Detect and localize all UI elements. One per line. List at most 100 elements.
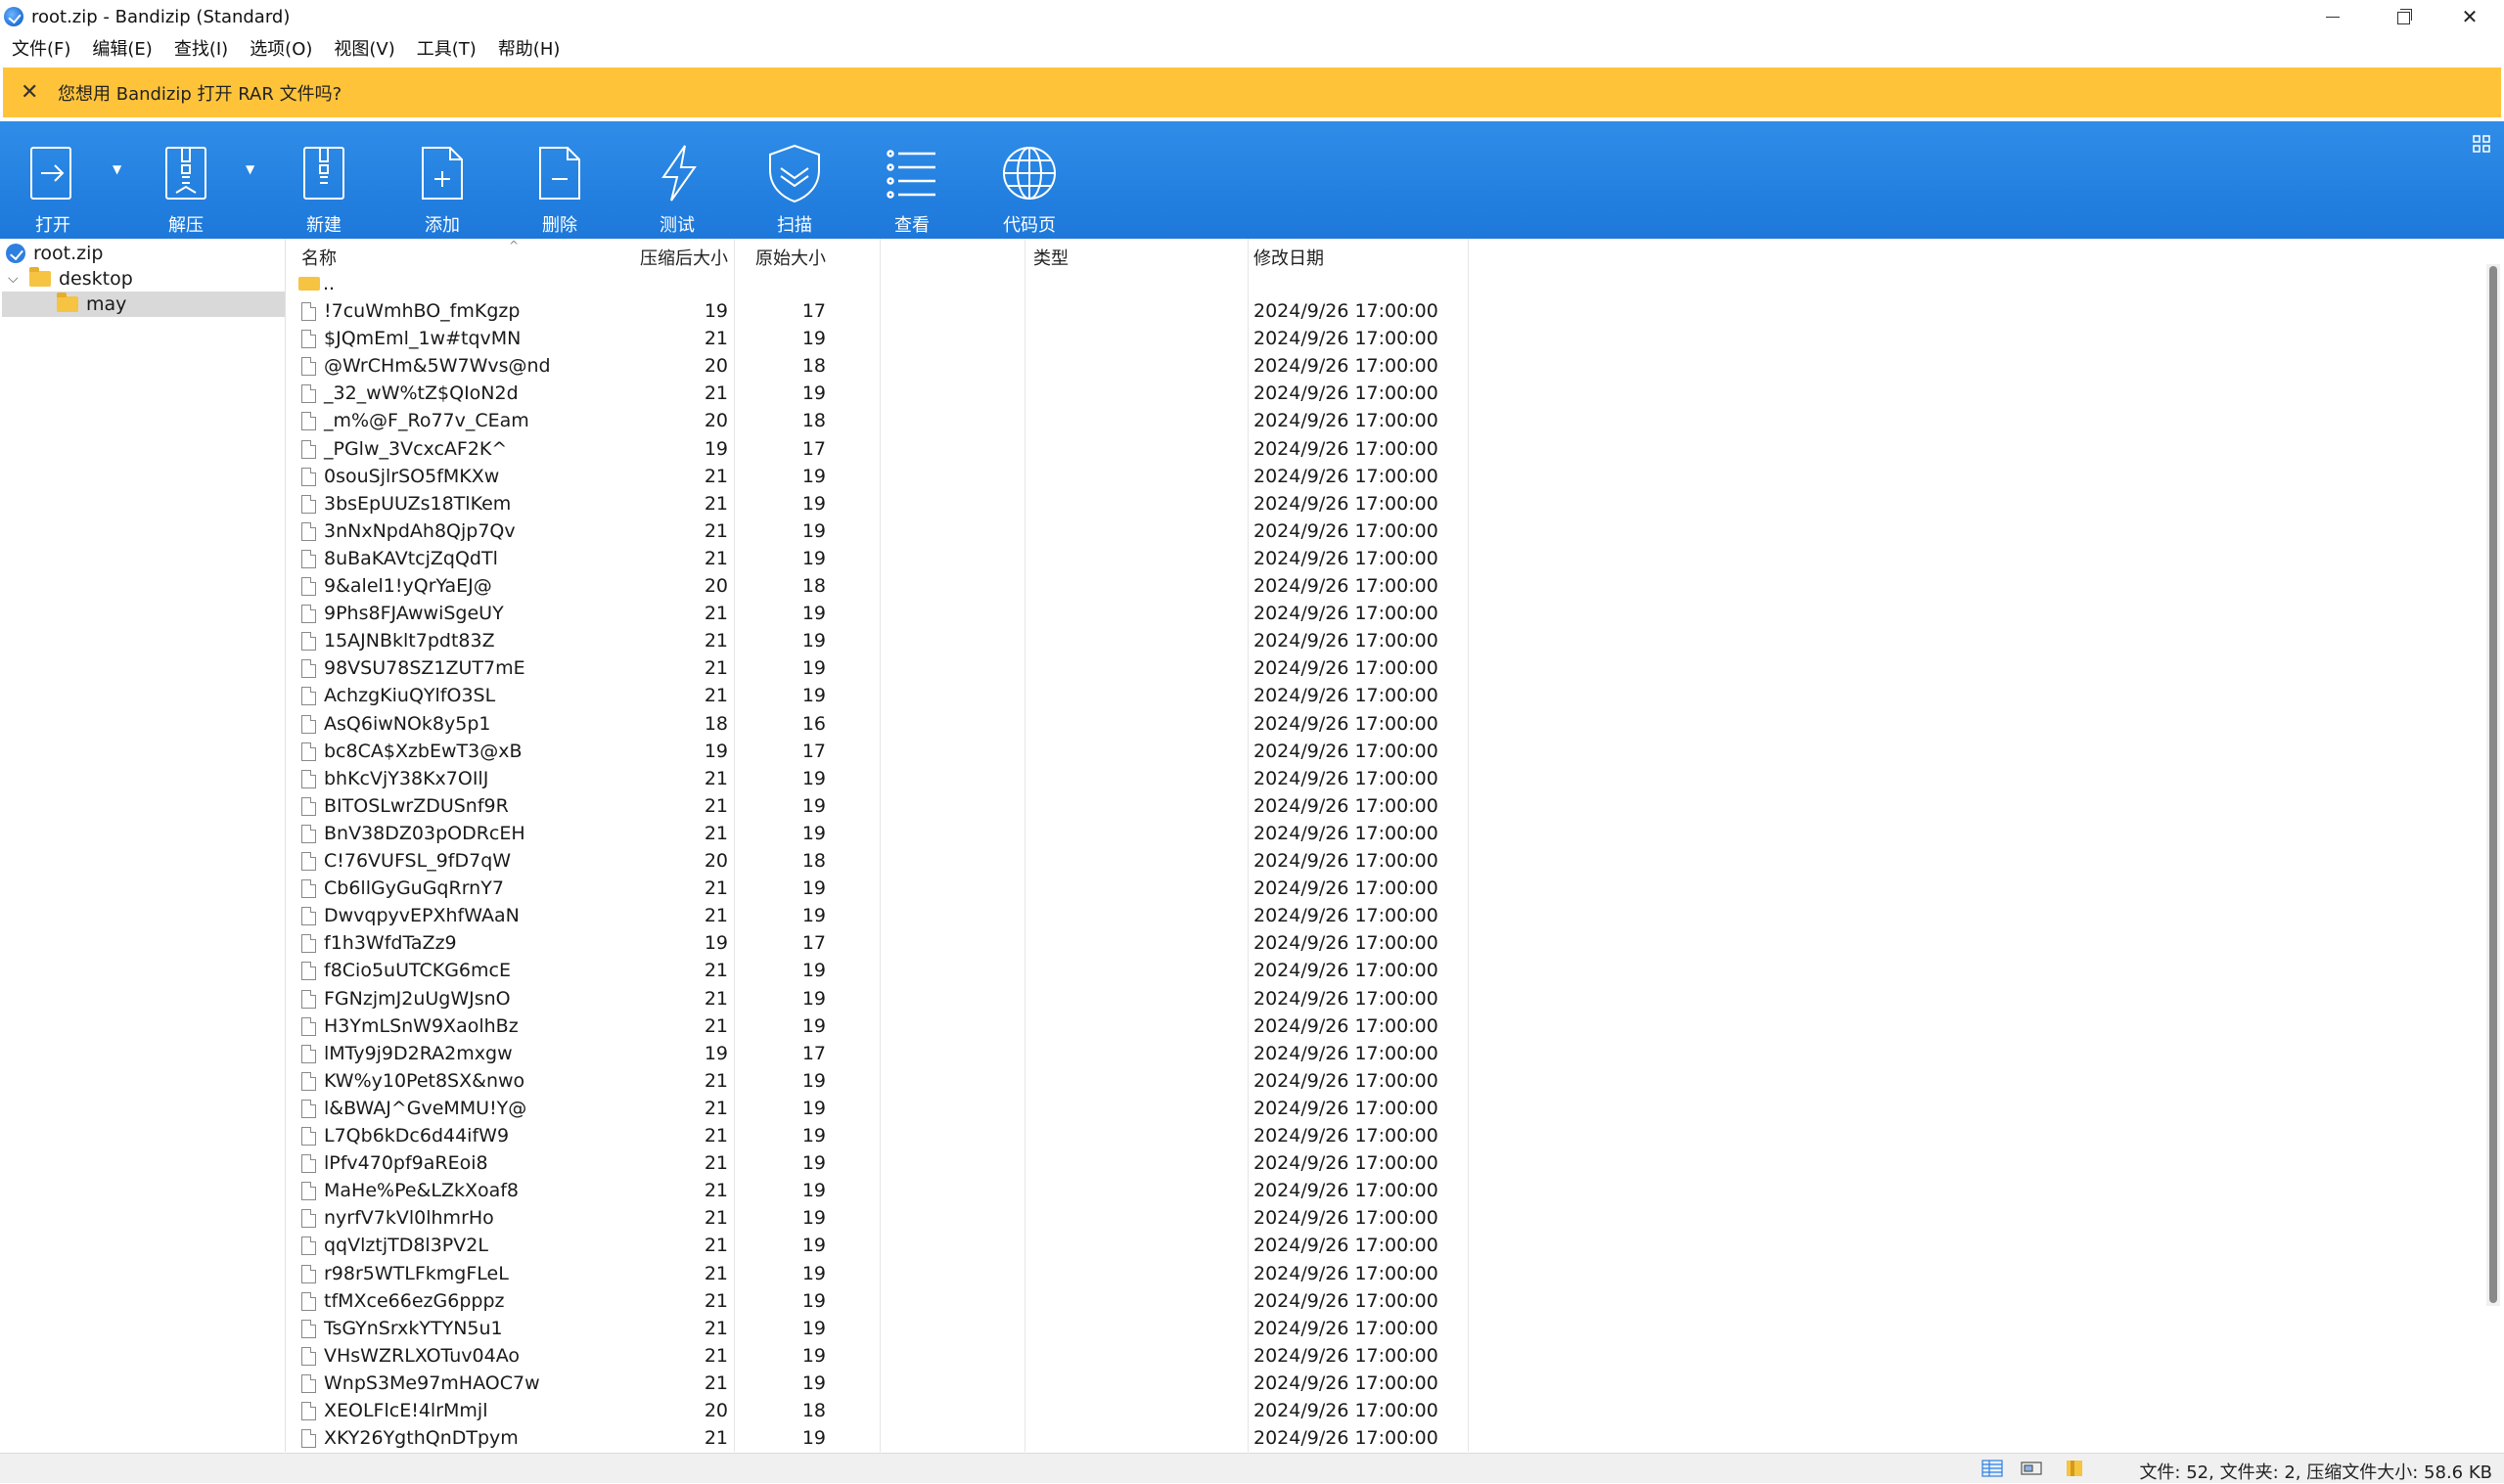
tree-item-desktop[interactable]: ⌵ desktop xyxy=(0,266,285,292)
file-row[interactable]: $JQmEml_1w#tqvMN 21 19 2024/9/26 17:00:00 xyxy=(292,325,1468,352)
file-original-size: 17 xyxy=(801,300,826,322)
file-row[interactable]: DwvqpyvEPXhfWAaN 21 19 2024/9/26 17:00:00 xyxy=(292,902,1468,929)
menu-find[interactable]: 查找(I) xyxy=(162,35,238,61)
notification-close-icon[interactable]: ✕ xyxy=(21,80,40,105)
file-row[interactable]: XKY26YgthQnDTpym 21 19 2024/9/26 17:00:00 xyxy=(292,1424,1468,1452)
status-bar: 文件: 52, 文件夹: 2, 压缩文件大小: 58.6 KB xyxy=(0,1453,2504,1483)
file-original-size: 19 xyxy=(801,657,826,680)
codepage-button[interactable]: 代码页 xyxy=(985,139,1073,237)
file-row[interactable]: qqVlztjTD8l3PV2L 21 19 2024/9/26 17:00:00 xyxy=(292,1232,1468,1259)
file-original-size: 19 xyxy=(801,960,826,982)
file-row[interactable]: MaHe%Pe&LZkXoaf8 21 19 2024/9/26 17:00:00 xyxy=(292,1177,1468,1204)
menu-file[interactable]: 文件(F) xyxy=(0,35,80,61)
minimize-button[interactable] xyxy=(2299,0,2367,33)
file-row[interactable]: AsQ6iwNOk8y5p1 18 16 2024/9/26 17:00:00 xyxy=(292,710,1468,738)
file-row[interactable]: VHsWZRLXOTuv04Ao 21 19 2024/9/26 17:00:00 xyxy=(292,1342,1468,1370)
file-name: AsQ6iwNOk8y5p1 xyxy=(324,712,491,735)
file-modified-date: 2024/9/26 17:00:00 xyxy=(1253,960,1438,982)
tree-item-may[interactable]: may xyxy=(2,292,285,317)
file-row[interactable]: 9&alel1!yQrYaEJ@ 20 18 2024/9/26 17:00:00 xyxy=(292,572,1468,600)
file-row[interactable]: @WrCHm&5W7Wvs@nd 20 18 2024/9/26 17:00:00 xyxy=(292,352,1468,380)
file-row[interactable]: 3nNxNpdAh8Qjp7Qv 21 19 2024/9/26 17:00:00 xyxy=(292,517,1468,545)
thumbnail-view-icon[interactable] xyxy=(2021,1460,2042,1477)
file-row[interactable]: lMTy9j9D2RA2mxgw 19 17 2024/9/26 17:00:00 xyxy=(292,1040,1468,1067)
file-packed-size: 20 xyxy=(704,410,728,432)
delete-button[interactable]: 删除 xyxy=(516,139,604,237)
notification-text[interactable]: 您想用 Bandizip 打开 RAR 文件吗? xyxy=(58,80,341,106)
file-row[interactable]: XEOLFlcE!4lrMmjl 20 18 2024/9/26 17:00:00 xyxy=(292,1397,1468,1424)
file-row[interactable]: tfMXce66ezG6pppz 21 19 2024/9/26 17:00:00 xyxy=(292,1287,1468,1315)
file-row[interactable]: f1h3WfdTaZz9 19 17 2024/9/26 17:00:00 xyxy=(292,929,1468,957)
menu-help[interactable]: 帮助(H) xyxy=(486,35,570,61)
menu-tools[interactable]: 工具(T) xyxy=(405,35,486,61)
column-header-modified[interactable]: 修改日期 xyxy=(1253,245,1324,270)
tree-item-root[interactable]: root.zip xyxy=(0,241,285,266)
file-row[interactable]: WnpS3Me97mHAOC7w 21 19 2024/9/26 17:00:00 xyxy=(292,1370,1468,1397)
preview-pane-icon[interactable] xyxy=(2065,1460,2086,1477)
file-original-size: 19 xyxy=(801,685,826,707)
layout-grid-icon[interactable] xyxy=(2473,135,2490,153)
extract-dropdown-chevron-icon[interactable]: ▼ xyxy=(246,162,257,176)
file-row[interactable]: 15AJNBklt7pdt83Z 21 19 2024/9/26 17:00:00 xyxy=(292,627,1468,654)
column-header-type[interactable]: 类型 xyxy=(1033,245,1069,270)
file-row[interactable]: 9Phs8FJAwwiSgeUY 21 19 2024/9/26 17:00:00 xyxy=(292,600,1468,627)
file-row[interactable]: l&BWAJ^GveMMU!Y@ 21 19 2024/9/26 17:00:00 xyxy=(292,1095,1468,1122)
menu-view[interactable]: 视图(V) xyxy=(322,35,404,61)
close-window-button[interactable]: ✕ xyxy=(2436,0,2504,33)
file-row[interactable]: KW%y10Pet8SX&nwo 21 19 2024/9/26 17:00:00 xyxy=(292,1067,1468,1095)
file-row[interactable]: bhKcVjY38Kx7OIlJ 21 19 2024/9/26 17:00:00 xyxy=(292,765,1468,792)
file-row[interactable]: FGNzjmJ2uUgWJsnO 21 19 2024/9/26 17:00:00 xyxy=(292,985,1468,1012)
details-view-icon[interactable] xyxy=(1981,1460,2003,1477)
file-row[interactable]: r98r5WTLFkmgFLeL 21 19 2024/9/26 17:00:00 xyxy=(292,1260,1468,1287)
file-icon xyxy=(301,1373,316,1393)
file-row[interactable]: f8Cio5uUTCKG6mcE 21 19 2024/9/26 17:00:00 xyxy=(292,957,1468,984)
file-row[interactable]: BnV38DZ03pODRcEH 21 19 2024/9/26 17:00:00 xyxy=(292,820,1468,847)
file-icon xyxy=(301,605,316,624)
file-row[interactable]: L7Qb6kDc6d44ifW9 21 19 2024/9/26 17:00:00 xyxy=(292,1122,1468,1149)
parent-folder-row[interactable]: .. xyxy=(292,270,1468,297)
file-name: TsGYnSrxkYTYN5u1 xyxy=(324,1317,503,1339)
open-button[interactable]: 打开 xyxy=(9,139,97,237)
open-dropdown-chevron-icon[interactable]: ▼ xyxy=(113,162,124,176)
scrollbar-thumb[interactable] xyxy=(2489,266,2497,1303)
file-packed-size: 21 xyxy=(704,1152,728,1175)
column-divider[interactable] xyxy=(1468,239,1469,1452)
file-row[interactable]: _PGlw_3VcxcAF2K^ 19 17 2024/9/26 17:00:00 xyxy=(292,435,1468,463)
file-row[interactable]: BITOSLwrZDUSnf9R 21 19 2024/9/26 17:00:00 xyxy=(292,792,1468,820)
file-modified-date: 2024/9/26 17:00:00 xyxy=(1253,547,1438,569)
column-header-name[interactable]: 名称 xyxy=(301,245,337,270)
file-modified-date: 2024/9/26 17:00:00 xyxy=(1253,1400,1438,1421)
file-icon xyxy=(301,989,316,1009)
rar-notification-bar[interactable]: ✕ 您想用 Bandizip 打开 RAR 文件吗? xyxy=(3,67,2501,117)
file-row[interactable]: 3bsEpUUZs18TlKem 21 19 2024/9/26 17:00:00 xyxy=(292,490,1468,517)
file-row[interactable]: 8uBaKAVtcjZqQdTl 21 19 2024/9/26 17:00:00 xyxy=(292,545,1468,572)
file-name: BnV38DZ03pODRcEH xyxy=(324,822,525,844)
folder-tree: root.zip ⌵ desktop may xyxy=(0,239,286,1452)
file-row[interactable]: Cb6llGyGuGqRrnY7 21 19 2024/9/26 17:00:00 xyxy=(292,875,1468,902)
view-button[interactable]: 查看 xyxy=(868,139,956,237)
file-row[interactable]: 0souSjlrSO5fMKXw 21 19 2024/9/26 17:00:00 xyxy=(292,463,1468,490)
test-button[interactable]: 测试 xyxy=(633,139,721,237)
file-row[interactable]: AchzgKiuQYlfO3SL 21 19 2024/9/26 17:00:00 xyxy=(292,682,1468,709)
file-row[interactable]: 98VSU78SZ1ZUT7mE 21 19 2024/9/26 17:00:00 xyxy=(292,654,1468,682)
add-button[interactable]: 添加 xyxy=(398,139,486,237)
file-row[interactable]: C!76VUFSL_9fD7qW 20 18 2024/9/26 17:00:00 xyxy=(292,847,1468,875)
file-row[interactable]: nyrfV7kVl0lhmrHo 21 19 2024/9/26 17:00:00 xyxy=(292,1204,1468,1232)
file-modified-date: 2024/9/26 17:00:00 xyxy=(1253,1317,1438,1339)
new-archive-button[interactable]: 新建 xyxy=(280,139,368,237)
chevron-down-icon[interactable]: ⌵ xyxy=(8,271,23,287)
file-row[interactable]: !7cuWmhBO_fmKgzp 19 17 2024/9/26 17:00:00 xyxy=(292,297,1468,325)
file-row[interactable]: H3YmLSnW9XaolhBz 21 19 2024/9/26 17:00:00 xyxy=(292,1012,1468,1040)
menu-options[interactable]: 选项(O) xyxy=(238,35,322,61)
file-row[interactable]: _m%@F_Ro77v_CEam 20 18 2024/9/26 17:00:00 xyxy=(292,407,1468,434)
restore-button[interactable] xyxy=(2367,0,2436,33)
file-row[interactable]: _32_wW%tZ$QIoN2d 21 19 2024/9/26 17:00:00 xyxy=(292,380,1468,407)
menu-edit[interactable]: 编辑(E) xyxy=(80,35,161,61)
column-header-size[interactable]: 原始大小 xyxy=(683,245,826,270)
file-row[interactable]: bc8CA$XzbEwT3@xB 19 17 2024/9/26 17:00:00 xyxy=(292,738,1468,765)
scan-button[interactable]: 扫描 xyxy=(751,139,839,237)
file-icon xyxy=(301,302,316,321)
file-row[interactable]: lPfv470pf9aREoi8 21 19 2024/9/26 17:00:00 xyxy=(292,1149,1468,1177)
extract-button[interactable]: 解压 xyxy=(142,139,230,237)
file-row[interactable]: TsGYnSrxkYTYN5u1 21 19 2024/9/26 17:00:00 xyxy=(292,1315,1468,1342)
